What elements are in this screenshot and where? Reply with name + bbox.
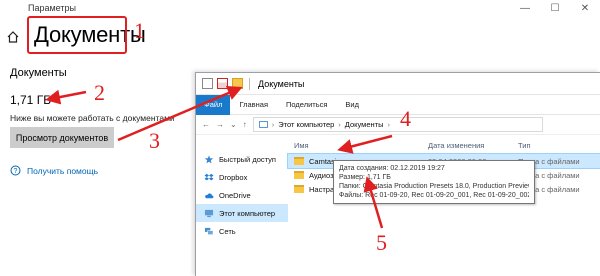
annotation-number-1: 1	[134, 18, 145, 43]
tooltip-created: Дата создания: 02.12.2019 19:27	[339, 165, 445, 172]
cloud-icon	[205, 193, 214, 198]
section-title: Документы	[10, 67, 67, 79]
nav-item-label: OneDrive	[219, 190, 251, 200]
column-header-date[interactable]: Дата изменения	[428, 141, 518, 150]
star-icon	[204, 154, 214, 163]
nav-item-quick-access[interactable]: Быстрый доступ	[196, 150, 288, 168]
new-folder-icon[interactable]	[232, 78, 243, 89]
tooltip-folders: Папки: Camtasia Production Presets 18.0,…	[339, 183, 529, 190]
explorer-body: Быстрый доступ Dropbox OneDrive Этот ком…	[196, 136, 600, 276]
nav-item-network[interactable]: Сеть	[196, 222, 288, 240]
annotation-number-5: 5	[376, 230, 387, 255]
file-list: Имя Дата изменения Тип Camtasia 09.04.20…	[287, 136, 600, 276]
title-highlight-box	[27, 16, 127, 54]
window-controls: — ☐ ✕	[510, 0, 600, 16]
column-header-name[interactable]: Имя	[288, 141, 428, 150]
chevron-right-icon: ›	[271, 120, 275, 129]
network-icon	[204, 227, 214, 235]
computer-small-icon	[258, 121, 268, 128]
dropbox-icon	[204, 173, 214, 180]
address-part-computer[interactable]: Этот компьютер	[278, 120, 334, 129]
folder-icon	[294, 157, 304, 165]
annotation-number-2: 2	[94, 80, 105, 105]
chevron-right-icon: ›	[387, 120, 390, 129]
ribbon: Файл Главная Поделиться Вид	[196, 94, 600, 115]
folder-icon	[294, 171, 304, 179]
tooltip-files: Файлы: Rec 01-09-20, Rec 01-09-20_001, R…	[339, 192, 529, 199]
navigation-pane: Быстрый доступ Dropbox OneDrive Этот ком…	[196, 136, 288, 276]
nav-item-dropbox[interactable]: Dropbox	[196, 168, 288, 186]
storage-size: 1,71 ГБ	[10, 93, 52, 107]
minimize-button[interactable]: —	[510, 0, 540, 16]
nav-item-label: Этот компьютер	[219, 208, 276, 218]
nav-item-onedrive[interactable]: OneDrive	[196, 186, 288, 204]
annotation-number-3: 3	[149, 128, 160, 153]
help-icon: ?	[10, 165, 21, 176]
forward-arrow-icon[interactable]: →	[216, 120, 224, 129]
tab-file[interactable]: Файл	[196, 94, 231, 115]
tab-home[interactable]: Главная	[230, 100, 277, 109]
maximize-button[interactable]: ☐	[540, 0, 570, 16]
annotation-number-4: 4	[400, 106, 411, 131]
view-documents-button[interactable]: Просмотр документов	[10, 127, 114, 148]
address-part-documents[interactable]: Документы	[345, 120, 384, 129]
nav-item-this-pc[interactable]: Этот компьютер	[196, 204, 288, 222]
close-button[interactable]: ✕	[570, 0, 600, 16]
titlebar-divider	[249, 77, 250, 90]
tab-view[interactable]: Вид	[336, 100, 368, 109]
home-icon[interactable]	[6, 30, 20, 44]
explorer-app-icon	[202, 78, 213, 89]
nav-item-label: Быстрый доступ	[219, 154, 276, 164]
recent-chevron-icon[interactable]: ⌄	[230, 120, 237, 129]
navigation-bar: ← → ⌄ ↑ › Этот компьютер › Документы ›	[196, 115, 600, 135]
column-header-type[interactable]: Тип	[518, 141, 588, 150]
folder-tooltip: Дата создания: 02.12.2019 19:27 Размер: …	[333, 160, 535, 204]
nav-item-label: Сеть	[219, 226, 236, 236]
annotation-arrow-2	[45, 89, 87, 105]
tooltip-size: Размер: 1,71 ГБ	[339, 174, 391, 181]
address-bar[interactable]: › Этот компьютер › Документы ›	[252, 117, 543, 132]
svg-text:?: ?	[14, 168, 18, 175]
help-link-label: Получить помощь	[27, 165, 99, 176]
explorer-title: Документы	[258, 78, 305, 89]
computer-icon	[204, 209, 214, 217]
description-text: Ниже вы можете работать с документами	[10, 113, 175, 123]
column-headers: Имя Дата изменения Тип	[288, 136, 600, 154]
up-arrow-icon[interactable]: ↑	[243, 120, 247, 129]
get-help-link[interactable]: ? Получить помощь	[10, 165, 98, 176]
explorer-titlebar: Документы	[196, 73, 600, 95]
folder-icon	[294, 185, 304, 193]
nav-item-label: Dropbox	[219, 172, 248, 182]
properties-icon[interactable]	[217, 78, 228, 89]
chevron-right-icon: ›	[338, 120, 341, 129]
window-title: Параметры	[28, 3, 76, 13]
back-arrow-icon[interactable]: ←	[202, 120, 210, 129]
tab-share[interactable]: Поделиться	[277, 100, 336, 109]
